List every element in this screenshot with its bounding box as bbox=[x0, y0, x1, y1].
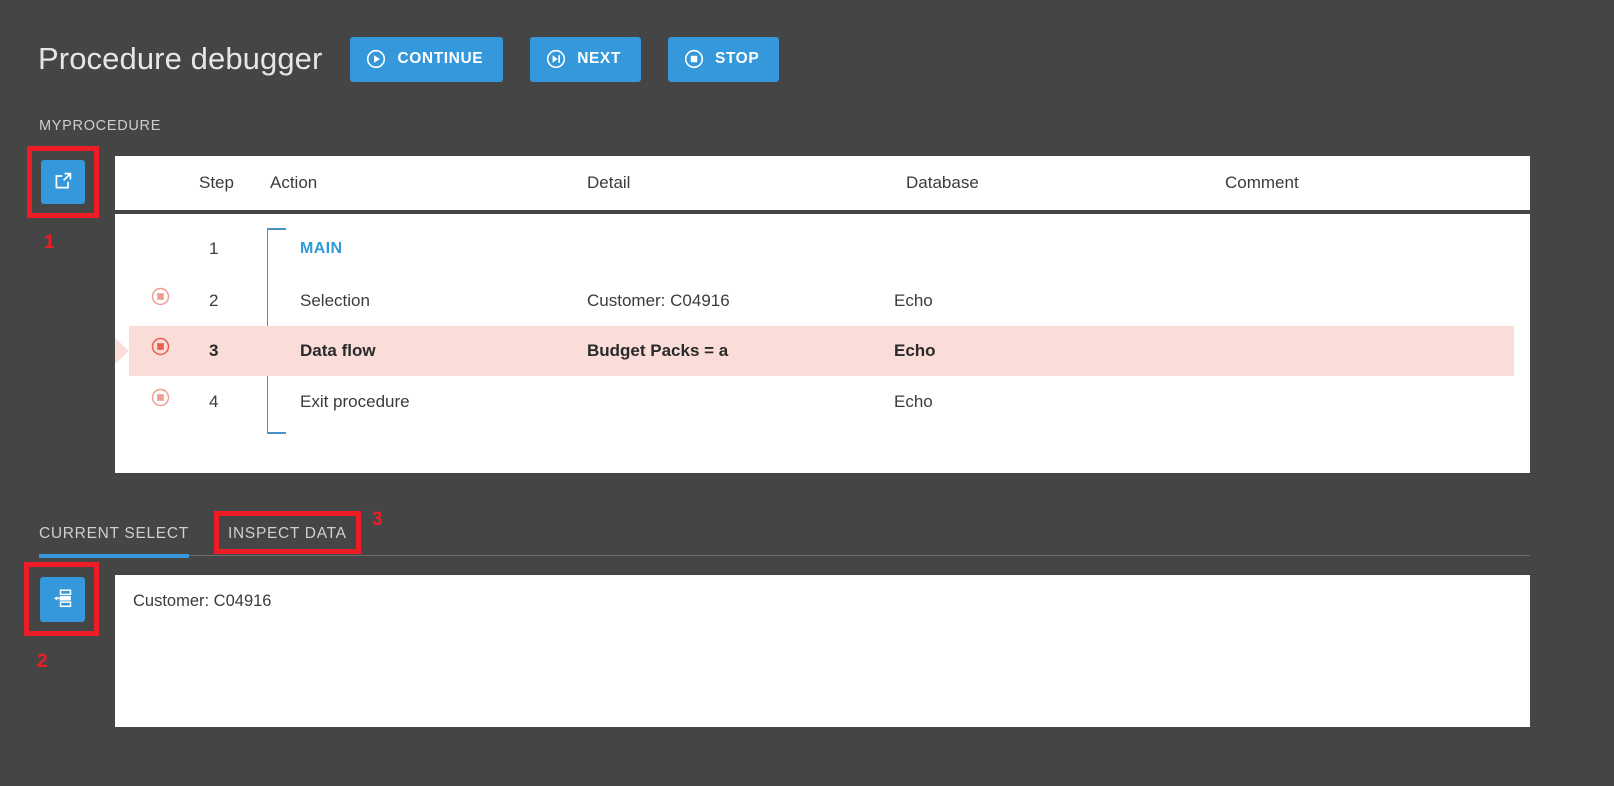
cell-detail: Budget Packs = a bbox=[587, 341, 729, 360]
skip-next-circle-icon bbox=[546, 49, 566, 69]
table-row[interactable]: 1 MAIN bbox=[115, 224, 1530, 274]
cell-step: 3 bbox=[209, 341, 219, 360]
cell-action: Exit procedure bbox=[300, 392, 410, 411]
table-row[interactable]: 4 Exit procedure Echo bbox=[115, 377, 1530, 427]
steps-table-body: 1 MAIN 2 Selection Customer: C04916 Echo bbox=[115, 214, 1530, 473]
cell-database: Echo bbox=[894, 341, 936, 360]
inspect-data-button[interactable] bbox=[40, 577, 85, 622]
breakpoint-toggle[interactable] bbox=[151, 326, 181, 376]
tab-inspect-data[interactable]: INSPECT DATA bbox=[228, 512, 347, 556]
cell-action: MAIN bbox=[300, 240, 343, 257]
column-header-step: Step bbox=[199, 173, 234, 192]
breakpoint-icon bbox=[151, 276, 170, 326]
continue-button-label: CONTINUE bbox=[397, 50, 484, 67]
play-circle-icon bbox=[366, 49, 386, 69]
debugger-controls: CONTINUE NEXT STOP bbox=[350, 36, 780, 82]
cell-detail: Customer: C04916 bbox=[587, 291, 730, 310]
annotation-number-1: 1 bbox=[44, 232, 55, 253]
column-header-action: Action bbox=[270, 173, 318, 192]
breakpoint-icon bbox=[151, 377, 170, 427]
cell-action: Selection bbox=[300, 291, 370, 310]
external-link-icon bbox=[52, 170, 74, 195]
current-step-arrow-icon bbox=[115, 338, 129, 364]
breakpoint-toggle[interactable] bbox=[151, 276, 181, 326]
open-external-button[interactable] bbox=[41, 160, 85, 204]
stop-button[interactable]: STOP bbox=[667, 36, 780, 82]
breakpoint-icon bbox=[151, 326, 170, 376]
cell-database: Echo bbox=[894, 392, 933, 411]
cell-step: 2 bbox=[209, 291, 219, 310]
tab-current-select[interactable]: CURRENT SELECT bbox=[39, 512, 189, 558]
cell-action: Data flow bbox=[300, 341, 376, 360]
column-header-database: Database bbox=[906, 173, 979, 192]
tab-bar: CURRENT SELECT INSPECT DATA bbox=[39, 512, 1530, 558]
current-select-text: Customer: C04916 bbox=[133, 592, 272, 610]
column-header-comment: Comment bbox=[1225, 173, 1299, 192]
next-button-label: NEXT bbox=[577, 50, 621, 67]
annotation-number-2: 2 bbox=[37, 651, 48, 672]
cell-step: 1 bbox=[209, 239, 219, 258]
data-bars-icon bbox=[51, 586, 75, 613]
breakpoint-toggle[interactable] bbox=[151, 377, 181, 427]
procedure-name: MYPROCEDURE bbox=[39, 118, 162, 134]
current-select-panel[interactable]: Customer: C04916 bbox=[115, 575, 1530, 727]
stop-circle-icon bbox=[684, 49, 704, 69]
annotation-number-3: 3 bbox=[372, 509, 383, 530]
table-row[interactable]: 2 Selection Customer: C04916 Echo bbox=[115, 276, 1530, 326]
page-header: Procedure debugger CONTINUE NEXT STOP bbox=[38, 30, 780, 88]
column-header-detail: Detail bbox=[587, 173, 631, 192]
steps-table-header: Step Action Detail Database Comment bbox=[115, 156, 1530, 210]
cell-step: 4 bbox=[209, 392, 219, 411]
next-button[interactable]: NEXT bbox=[530, 36, 641, 82]
continue-button[interactable]: CONTINUE bbox=[350, 36, 504, 82]
stop-button-label: STOP bbox=[714, 50, 760, 67]
cell-database: Echo bbox=[894, 291, 933, 310]
table-row[interactable]: 3 Data flow Budget Packs = a Echo bbox=[115, 326, 1514, 376]
page-title: Procedure debugger bbox=[38, 41, 323, 76]
